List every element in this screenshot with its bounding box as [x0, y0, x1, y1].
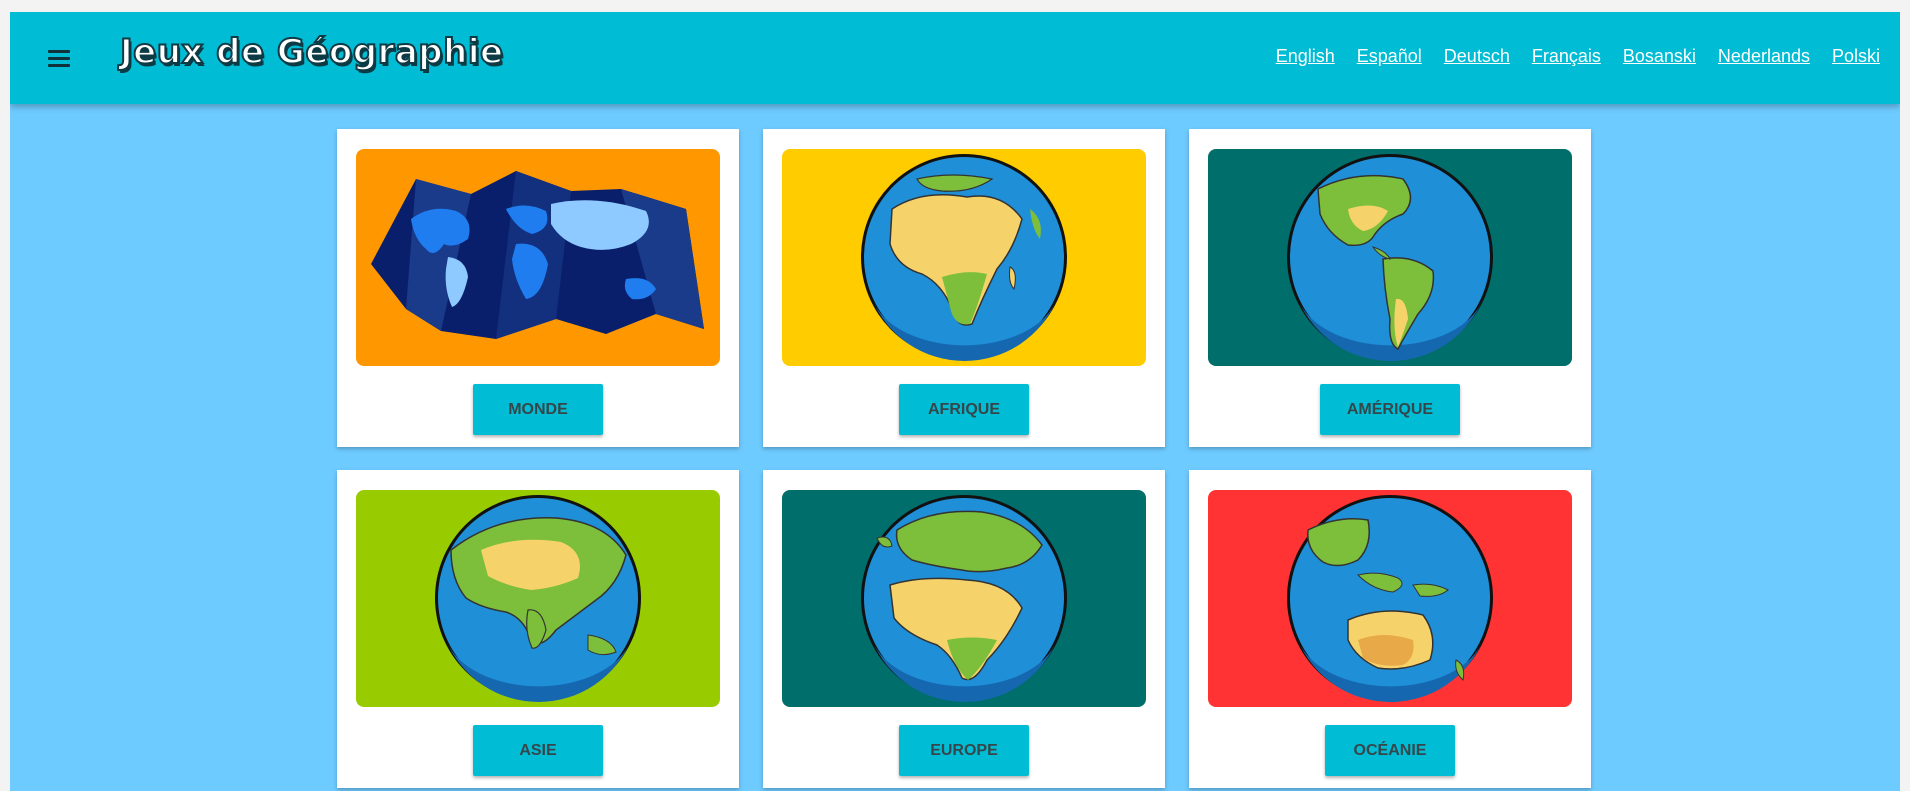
continent-button-europe[interactable]: EUROPE [899, 725, 1029, 776]
globe-asia-icon [356, 490, 720, 707]
card-thumbnail[interactable] [1208, 149, 1572, 366]
card-monde: MONDE [337, 129, 739, 447]
globe-africa-icon [782, 149, 1146, 366]
continent-grid: MONDE AFRIQUE AMÉRIQUE ASIE EUROPE OCÉAN… [337, 129, 1591, 788]
hamburger-menu-icon[interactable] [44, 44, 74, 72]
card-asie: ASIE [337, 470, 739, 788]
world-map-icon [356, 149, 720, 366]
continent-button-asie[interactable]: ASIE [473, 725, 603, 776]
lang-link-polski[interactable]: Polski [1832, 46, 1880, 67]
card-afrique: AFRIQUE [763, 129, 1165, 447]
app-viewport: Jeux de Géographie English Español Deuts… [10, 12, 1900, 791]
globe-europe-icon [782, 490, 1146, 707]
continent-button-oceanie[interactable]: OCÉANIE [1325, 725, 1455, 776]
continent-button-amerique[interactable]: AMÉRIQUE [1320, 384, 1460, 435]
globe-oceania-icon [1208, 490, 1572, 707]
lang-link-english[interactable]: English [1276, 46, 1335, 67]
card-europe: EUROPE [763, 470, 1165, 788]
top-app-bar: Jeux de Géographie English Español Deuts… [10, 12, 1900, 104]
card-thumbnail[interactable] [356, 490, 720, 707]
lang-link-bosanski[interactable]: Bosanski [1623, 46, 1696, 67]
card-thumbnail[interactable] [782, 149, 1146, 366]
site-logo-title[interactable]: Jeux de Géographie [119, 31, 504, 73]
lang-link-francais[interactable]: Français [1532, 46, 1601, 67]
globe-america-icon [1208, 149, 1572, 366]
lang-link-espanol[interactable]: Español [1357, 46, 1422, 67]
card-thumbnail[interactable] [1208, 490, 1572, 707]
lang-link-deutsch[interactable]: Deutsch [1444, 46, 1510, 67]
card-thumbnail[interactable] [782, 490, 1146, 707]
continent-button-afrique[interactable]: AFRIQUE [899, 384, 1029, 435]
card-amerique: AMÉRIQUE [1189, 129, 1591, 447]
language-nav: English Español Deutsch Français Bosansk… [1276, 46, 1880, 67]
card-oceanie: OCÉANIE [1189, 470, 1591, 788]
lang-link-nederlands[interactable]: Nederlands [1718, 46, 1810, 67]
continent-button-monde[interactable]: MONDE [473, 384, 603, 435]
card-thumbnail[interactable] [356, 149, 720, 366]
